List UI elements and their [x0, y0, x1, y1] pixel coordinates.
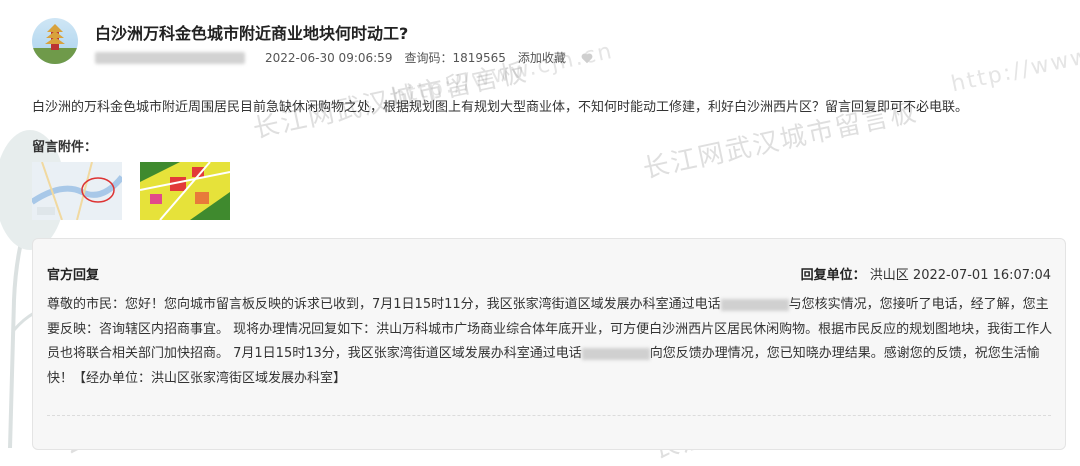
post-datetime: 2022-06-30 09:06:59	[265, 50, 393, 65]
map-image	[32, 162, 122, 220]
heart-icon[interactable]	[580, 51, 594, 65]
add-favorite-link[interactable]: 添加收藏	[518, 49, 566, 66]
reply-unit-value: 洪山区 2022-07-01 16:07:04	[869, 268, 1051, 283]
reply-text: 尊敬的市民：您好！您向城市留言板反映的诉求已收到，7月1日15时11分，我区张家…	[47, 293, 1057, 391]
post-header: 白沙洲万科金色城市附近商业地块何时动工? 2022-06-30 09:06:59…	[32, 18, 1052, 76]
author-name-redacted	[95, 51, 245, 64]
official-reply-panel: 官方回复 回复单位： 洪山区 2022-07-01 16:07:04 尊敬的市民…	[32, 238, 1066, 450]
divider	[47, 415, 1051, 416]
plan-image	[140, 162, 230, 220]
query-code: 查询码：1819565	[404, 51, 506, 65]
post-body: 白沙洲的万科金色城市附近周围居民目前急缺休闲购物之处，根据规划图上有规划大型商业…	[32, 100, 969, 115]
attachment-thumbnail-map[interactable]	[32, 162, 122, 220]
reply-text-part1: 尊敬的市民：您好！您向城市留言板反映的诉求已收到，7月1日15时11分，我区张家…	[47, 297, 721, 312]
post-title: 白沙洲万科金色城市附近商业地块何时动工?	[95, 24, 409, 43]
attachments-label: 留言附件：	[32, 140, 98, 155]
avatar	[32, 18, 78, 64]
post-meta: 2022-06-30 09:06:59 查询码：1819565 添加收藏	[95, 49, 594, 66]
phone-redacted	[720, 298, 789, 311]
phone-redacted	[581, 347, 650, 360]
reply-title: 官方回复	[47, 268, 100, 283]
avatar-tower-icon	[32, 24, 78, 64]
reply-unit-label: 回复单位：	[800, 268, 866, 283]
attachment-thumbnail-plan[interactable]	[140, 162, 230, 220]
reply-unit: 回复单位： 洪山区 2022-07-01 16:07:04	[801, 264, 1051, 283]
